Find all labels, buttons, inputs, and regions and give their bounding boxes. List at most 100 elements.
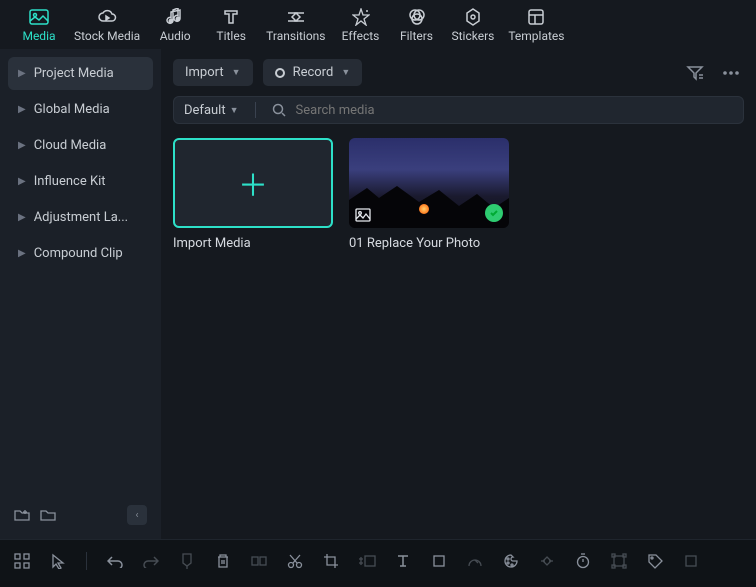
tab-titles[interactable]: Titles bbox=[210, 8, 252, 43]
image-type-icon bbox=[355, 208, 371, 222]
fire-graphic bbox=[419, 204, 429, 214]
more-options-icon[interactable] bbox=[718, 66, 744, 80]
insert-clip-icon[interactable] bbox=[355, 549, 379, 573]
chevron-right-icon: ▶ bbox=[18, 140, 26, 151]
card-caption: 01 Replace Your Photo bbox=[349, 236, 509, 251]
collapse-sidebar-button[interactable]: ‹ bbox=[127, 505, 147, 525]
keyframe-icon[interactable] bbox=[535, 549, 559, 573]
filter-sort-icon[interactable] bbox=[682, 61, 708, 85]
text-icon[interactable] bbox=[391, 549, 415, 573]
plus-icon: ＋ bbox=[238, 161, 268, 205]
tab-label: Media bbox=[22, 29, 55, 43]
sidebar-item-label: Influence Kit bbox=[34, 174, 106, 189]
record-dropdown[interactable]: Record ▼ bbox=[263, 59, 363, 86]
tab-label: Effects bbox=[342, 29, 380, 43]
audio-icon bbox=[166, 8, 184, 26]
chevron-right-icon: ▶ bbox=[18, 104, 26, 115]
sidebar: ▶ Project Media ▶ Global Media ▶ Cloud M… bbox=[0, 49, 161, 539]
stickers-icon bbox=[464, 8, 482, 26]
crop-icon[interactable] bbox=[319, 549, 343, 573]
speed-icon[interactable] bbox=[463, 549, 487, 573]
tab-label: Titles bbox=[216, 29, 245, 43]
media-thumb[interactable] bbox=[349, 138, 509, 228]
chevron-down-icon: ▼ bbox=[232, 67, 241, 78]
tab-label: Stock Media bbox=[74, 29, 140, 43]
media-grid: ＋ Import Media 01 Replace Your Photo bbox=[173, 138, 744, 251]
new-folder-icon[interactable] bbox=[14, 508, 30, 522]
mountains-graphic bbox=[349, 180, 509, 228]
sidebar-item-influence-kit[interactable]: ▶ Influence Kit bbox=[8, 165, 153, 198]
content-toolbar: Import ▼ Record ▼ bbox=[173, 59, 744, 86]
tab-label: Filters bbox=[400, 29, 433, 43]
chevron-right-icon: ▶ bbox=[18, 212, 26, 223]
sort-default-dropdown[interactable]: Default ▼ bbox=[184, 103, 239, 118]
chevron-right-icon: ▶ bbox=[18, 176, 26, 187]
effects-icon bbox=[352, 8, 370, 26]
tab-effects[interactable]: Effects bbox=[340, 8, 382, 43]
record-icon bbox=[275, 68, 285, 78]
content-panel: Import ▼ Record ▼ Default ▼ bbox=[161, 49, 756, 539]
transform-icon[interactable] bbox=[607, 549, 631, 573]
bottom-toolbar bbox=[0, 539, 756, 581]
import-label: Import bbox=[185, 65, 224, 80]
filters-icon bbox=[408, 8, 426, 26]
chevron-right-icon: ▶ bbox=[18, 68, 26, 79]
transitions-icon bbox=[286, 8, 306, 26]
check-badge-icon bbox=[485, 204, 503, 222]
titles-icon bbox=[222, 8, 240, 26]
sidebar-item-cloud-media[interactable]: ▶ Cloud Media bbox=[8, 129, 153, 162]
sidebar-item-global-media[interactable]: ▶ Global Media bbox=[8, 93, 153, 126]
tag-icon[interactable] bbox=[643, 549, 667, 573]
undo-icon[interactable] bbox=[103, 549, 127, 573]
tab-media[interactable]: Media bbox=[18, 8, 60, 43]
divider bbox=[86, 552, 87, 570]
tab-audio[interactable]: Audio bbox=[154, 8, 196, 43]
sidebar-item-label: Compound Clip bbox=[34, 246, 123, 261]
top-tabs: Media Stock Media Audio Titles Transitio… bbox=[0, 0, 756, 49]
sort-label: Default bbox=[184, 103, 226, 118]
import-dropdown[interactable]: Import ▼ bbox=[173, 59, 253, 86]
folder-icon[interactable] bbox=[40, 508, 56, 522]
timer-icon[interactable] bbox=[571, 549, 595, 573]
tab-label: Audio bbox=[160, 29, 191, 43]
import-thumb[interactable]: ＋ bbox=[173, 138, 333, 228]
sidebar-item-compound-clip[interactable]: ▶ Compound Clip bbox=[8, 237, 153, 270]
tab-label: Stickers bbox=[452, 29, 495, 43]
media-card[interactable]: 01 Replace Your Photo bbox=[349, 138, 509, 251]
main-area: ▶ Project Media ▶ Global Media ▶ Cloud M… bbox=[0, 49, 756, 539]
tab-label: Transitions bbox=[266, 29, 325, 43]
marker-icon[interactable] bbox=[175, 549, 199, 573]
pointer-icon[interactable] bbox=[46, 549, 70, 573]
media-icon bbox=[29, 8, 49, 26]
search-input[interactable] bbox=[296, 103, 733, 118]
more-tools-icon[interactable] bbox=[679, 549, 703, 573]
search-icon bbox=[272, 103, 286, 117]
tab-transitions[interactable]: Transitions bbox=[266, 8, 325, 43]
sidebar-item-label: Project Media bbox=[34, 66, 114, 81]
import-media-card[interactable]: ＋ Import Media bbox=[173, 138, 333, 251]
sidebar-item-label: Cloud Media bbox=[34, 138, 107, 153]
record-label: Record bbox=[293, 65, 334, 80]
delete-icon[interactable] bbox=[211, 549, 235, 573]
split-icon[interactable] bbox=[247, 549, 271, 573]
tab-stock-media[interactable]: Stock Media bbox=[74, 8, 140, 43]
color-icon[interactable] bbox=[499, 549, 523, 573]
sidebar-bottom: ‹ bbox=[8, 499, 153, 531]
redo-icon[interactable] bbox=[139, 549, 163, 573]
tab-filters[interactable]: Filters bbox=[396, 8, 438, 43]
search-row: Default ▼ bbox=[173, 96, 744, 124]
tab-stickers[interactable]: Stickers bbox=[452, 8, 495, 43]
chevron-down-icon: ▼ bbox=[230, 105, 239, 116]
sidebar-item-project-media[interactable]: ▶ Project Media bbox=[8, 57, 153, 90]
tab-label: Templates bbox=[508, 29, 564, 43]
card-caption: Import Media bbox=[173, 236, 333, 251]
templates-icon bbox=[527, 8, 545, 26]
grid-view-icon[interactable] bbox=[10, 549, 34, 573]
tab-templates[interactable]: Templates bbox=[508, 8, 564, 43]
sidebar-item-label: Adjustment La... bbox=[34, 210, 128, 225]
divider bbox=[255, 102, 256, 118]
sidebar-item-adjustment-layer[interactable]: ▶ Adjustment La... bbox=[8, 201, 153, 234]
cloud-media-icon bbox=[97, 8, 117, 26]
cut-icon[interactable] bbox=[283, 549, 307, 573]
shape-icon[interactable] bbox=[427, 549, 451, 573]
